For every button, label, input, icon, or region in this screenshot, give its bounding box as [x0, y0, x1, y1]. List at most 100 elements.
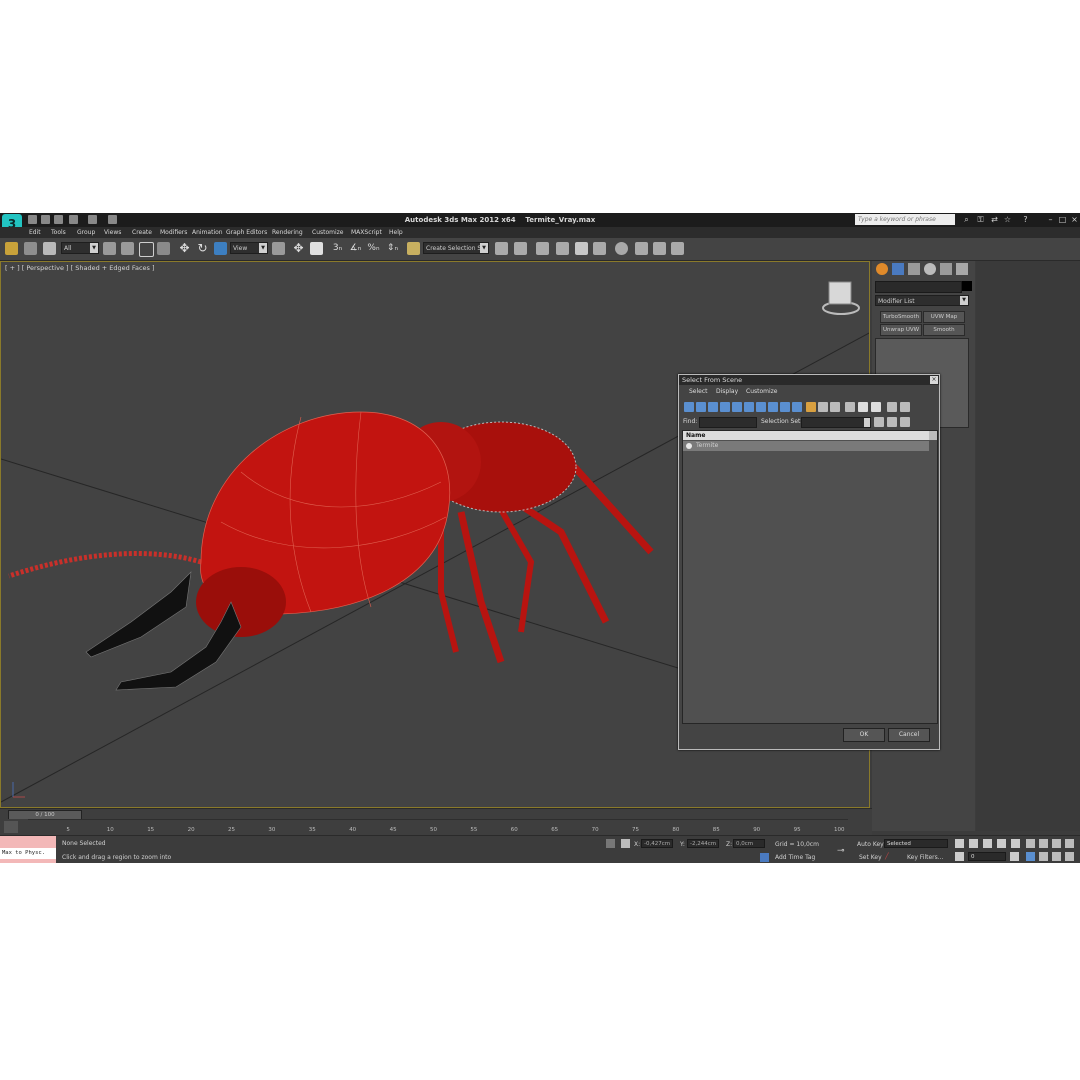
hierarchy-tab-icon[interactable] [908, 263, 920, 275]
close-icon[interactable]: × [930, 376, 938, 384]
orbit-icon[interactable] [1052, 852, 1061, 861]
select-invert-icon[interactable] [871, 402, 881, 412]
modify-tab-icon[interactable] [892, 263, 904, 275]
previous-frame-icon[interactable] [969, 839, 978, 848]
unlink-icon[interactable] [24, 242, 37, 255]
display-lights-icon[interactable] [708, 402, 718, 412]
mirror-icon[interactable] [495, 242, 508, 255]
zoom-icon[interactable] [1026, 839, 1035, 848]
find-input[interactable] [699, 417, 757, 428]
maxscript-listener[interactable]: Max to Physc. [0, 836, 56, 863]
go-to-start-icon[interactable] [955, 839, 964, 848]
reference-coordinate-dropdown[interactable]: View ▼ [230, 242, 268, 254]
select-object-icon[interactable] [103, 242, 116, 255]
dialog-menu-display[interactable]: Display [716, 388, 738, 395]
lock-selection-icon[interactable] [606, 839, 615, 848]
y-coordinate-field[interactable]: -2,244cm [687, 839, 719, 848]
display-all-icon[interactable] [806, 402, 816, 412]
help-icon[interactable]: ? [1021, 215, 1030, 224]
favorites-star-icon[interactable]: ☆ [1003, 215, 1012, 224]
zoom-extents-icon[interactable] [1052, 839, 1061, 848]
zoom-all-icon[interactable] [1039, 839, 1048, 848]
next-frame-icon[interactable] [997, 839, 1006, 848]
rotate-icon[interactable]: ↻ [196, 242, 209, 255]
select-manipulate-icon[interactable]: ✥ [292, 242, 305, 255]
layer-manager-icon[interactable] [536, 242, 549, 255]
rendered-frame-window-icon[interactable] [653, 242, 666, 255]
minimize-icon[interactable]: – [1046, 215, 1055, 224]
menu-graph-editors[interactable]: Graph Editors [226, 229, 267, 236]
key-icon[interactable]: ╱ [885, 853, 889, 860]
auto-key-button[interactable]: Auto Key [857, 841, 884, 848]
z-coordinate-field[interactable]: 0,0cm [733, 839, 765, 848]
maximize-icon[interactable]: □ [1058, 215, 1067, 224]
selection-filter-dropdown[interactable]: All ▼ [61, 242, 99, 254]
dialog-title-bar[interactable]: Select From Scene × [679, 375, 939, 385]
smooth-button[interactable]: Smooth [923, 324, 965, 336]
menu-views[interactable]: Views [104, 229, 121, 236]
menu-group[interactable]: Group [77, 229, 95, 236]
select-none-icon[interactable] [858, 402, 868, 412]
motion-tab-icon[interactable] [924, 263, 936, 275]
dialog-menu-select[interactable]: Select [689, 388, 708, 395]
named-selection-dropdown[interactable]: Create Selection Se ▼ [423, 242, 489, 254]
snaps-toggle-icon[interactable]: 3ₙ [331, 242, 344, 255]
render-setup-icon[interactable] [635, 242, 648, 255]
percent-snap-icon[interactable]: %ₙ [367, 242, 380, 255]
menu-modifiers[interactable]: Modifiers [160, 229, 187, 236]
search-input[interactable]: Type a keyword or phrase [855, 214, 955, 225]
schematic-view-icon[interactable] [593, 242, 606, 255]
x-coordinate-field[interactable]: -0,427cm [641, 839, 673, 848]
cancel-button[interactable]: Cancel [888, 728, 930, 742]
close-icon[interactable]: × [1070, 215, 1079, 224]
rectangular-selection-icon[interactable] [139, 242, 154, 257]
display-invert-icon[interactable] [830, 402, 840, 412]
display-cameras-icon[interactable] [720, 402, 730, 412]
time-configuration-icon[interactable] [1010, 852, 1019, 861]
display-helpers-icon[interactable] [732, 402, 742, 412]
turbosmooth-button[interactable]: TurboSmooth [880, 311, 922, 323]
display-geometry-icon[interactable] [684, 402, 694, 412]
menu-customize[interactable]: Customize [312, 229, 344, 236]
maximize-viewport-icon[interactable] [1065, 852, 1074, 861]
sync-selection-icon[interactable] [900, 402, 910, 412]
set-key-mode-icon[interactable]: ⊸ [837, 846, 845, 856]
selection-set-dropdown[interactable] [801, 417, 871, 428]
go-to-end-icon[interactable] [1011, 839, 1020, 848]
pan-view-icon[interactable] [1039, 852, 1048, 861]
key-filters-button[interactable]: Key Filters... [907, 854, 944, 861]
mini-curve-editor-icon[interactable] [4, 821, 18, 833]
menu-rendering[interactable]: Rendering [272, 229, 303, 236]
scale-icon[interactable] [214, 242, 227, 255]
list-item[interactable]: Termite [683, 441, 929, 451]
menu-create[interactable]: Create [132, 229, 152, 236]
object-list[interactable]: Name Termite [682, 430, 938, 724]
display-none-icon[interactable] [818, 402, 828, 412]
field-of-view-icon[interactable] [1026, 852, 1035, 861]
unwrap-uvw-button[interactable]: Unwrap UVW [880, 324, 922, 336]
move-icon[interactable]: ✥ [178, 242, 191, 255]
remove-from-selection-set-icon[interactable] [900, 417, 910, 427]
object-color-swatch[interactable] [962, 281, 972, 291]
display-bones-icon[interactable] [780, 402, 790, 412]
select-by-name-icon[interactable] [121, 242, 134, 255]
time-tag-icon[interactable] [760, 853, 769, 862]
dialog-menu-customize[interactable]: Customize [746, 388, 778, 395]
create-tab-icon[interactable] [876, 263, 888, 275]
display-spacewarps-icon[interactable] [744, 402, 754, 412]
key-selected-dropdown[interactable]: Selected [884, 839, 948, 848]
select-all-icon[interactable] [845, 402, 855, 412]
list-scrollbar[interactable] [929, 431, 937, 440]
utilities-tab-icon[interactable] [956, 263, 968, 275]
maxscript-mini-listener[interactable]: Max to Physc. [0, 848, 56, 859]
angle-snap-icon[interactable]: ∡ₙ [349, 242, 362, 255]
menu-help[interactable]: Help [389, 229, 403, 236]
bind-spacewarp-icon[interactable] [43, 242, 56, 255]
create-selection-set-icon[interactable] [874, 417, 884, 427]
graphite-ribbon-icon[interactable] [556, 242, 569, 255]
display-groups-icon[interactable] [756, 402, 766, 412]
set-key-button[interactable]: Set Key [859, 854, 882, 861]
key-mode-toggle-icon[interactable] [955, 852, 964, 861]
modifier-list-dropdown[interactable]: Modifier List ▼ [875, 295, 969, 306]
track-bar[interactable]: 5 10 15 20 25 30 35 40 45 50 55 60 65 70 75 80 85 90 95 100 [0, 819, 872, 835]
